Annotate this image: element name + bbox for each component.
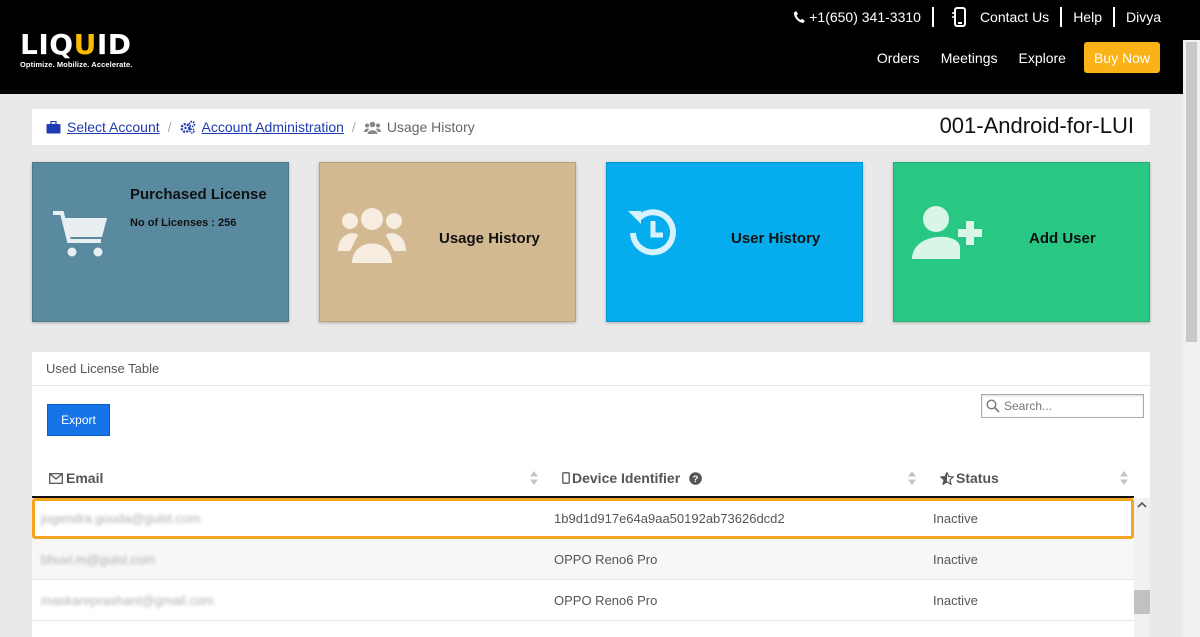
briefcase-icon <box>46 120 61 133</box>
user-plus-icon <box>912 206 982 259</box>
column-device-label: Device Identifier <box>572 470 681 486</box>
shopping-cart-icon <box>53 211 107 257</box>
email-cell: maskareprashant@gmail.com <box>41 593 214 608</box>
usage-history-title: Usage History <box>439 230 540 247</box>
svg-text:?: ? <box>693 474 699 485</box>
column-email[interactable]: Email <box>49 470 103 486</box>
table-row[interactable]: maskareprashant@gmail.com OPPO Reno6 Pro… <box>32 580 1134 621</box>
breadcrumb-usage-history: Usage History <box>363 119 475 135</box>
column-email-label: Email <box>66 470 104 486</box>
breadcrumb-separator: / <box>167 119 172 135</box>
page-scrollbar[interactable] <box>1183 40 1200 637</box>
export-button[interactable]: Export <box>47 404 110 436</box>
main-nav: Orders Meetings Explore Buy Now <box>856 42 1160 73</box>
nav-orders[interactable]: Orders <box>877 50 920 66</box>
envelope-icon <box>49 472 63 484</box>
nav-explore[interactable]: Explore <box>1019 50 1066 66</box>
table-body: jogendra.gouda@gulst.com 1b9d1d917e64a9a… <box>32 498 1134 621</box>
purchased-license-title: Purchased License <box>130 186 267 203</box>
page-scroll-thumb[interactable] <box>1186 42 1197 342</box>
purchased-license-tile[interactable]: Purchased License No of Licenses : 256 <box>32 162 289 322</box>
breadcrumb-account-administration[interactable]: Account Administration <box>180 119 344 135</box>
device-cell: 1b9d1d917e64a9aa50192ab73626dcd2 <box>554 511 785 526</box>
column-status-label: Status <box>956 470 999 486</box>
contact-us-label: Contact Us <box>979 9 1050 25</box>
phone-link[interactable]: +1(650) 341-3310 <box>782 7 932 27</box>
status-cell: Inactive <box>933 593 978 608</box>
account-administration-link[interactable]: Account Administration <box>202 119 344 135</box>
table-scroll-thumb[interactable] <box>1134 590 1150 614</box>
table-row[interactable]: bhuvi.m@gulst.com OPPO Reno6 Pro Inactiv… <box>32 539 1134 580</box>
mobile-icon <box>562 472 570 484</box>
sort-icon[interactable] <box>907 470 917 486</box>
breadcrumb-separator: / <box>351 119 356 135</box>
column-device-identifier[interactable]: Device Identifier ? <box>562 470 702 486</box>
buy-now-button[interactable]: Buy Now <box>1083 42 1160 73</box>
sort-icon[interactable] <box>529 470 539 486</box>
select-account-link[interactable]: Select Account <box>67 119 160 135</box>
add-user-title: Add User <box>1029 230 1096 247</box>
sort-icon[interactable] <box>1119 470 1129 486</box>
phone-icon <box>794 11 806 23</box>
user-history-title: User History <box>731 230 821 247</box>
help-label: Help <box>1073 9 1102 25</box>
top-header: LIQUID Optimize. Mobilize. Accelerate. +… <box>0 0 1200 94</box>
phone-number: +1(650) 341-3310 <box>809 9 921 25</box>
table-scrollbar[interactable] <box>1134 498 1150 637</box>
table-row[interactable]: jogendra.gouda@gulst.com 1b9d1d917e64a9a… <box>32 498 1134 539</box>
status-cell: Inactive <box>933 511 978 526</box>
column-status[interactable]: Status <box>940 470 999 486</box>
logo-wordmark: LIQUID <box>20 28 132 61</box>
table-header: Email Device Identifier ? Status <box>32 456 1134 498</box>
email-cell: jogendra.gouda@gulst.com <box>41 511 201 526</box>
panel-title: Used License Table <box>32 352 1150 386</box>
device-cell: OPPO Reno6 Pro <box>554 593 658 608</box>
search-input[interactable] <box>1004 399 1134 413</box>
usage-history-crumb: Usage History <box>386 119 475 135</box>
status-cell: Inactive <box>933 552 978 567</box>
user-name: Divya <box>1125 9 1161 25</box>
license-count: No of Licenses : 256 <box>130 217 237 229</box>
device-cell: OPPO Reno6 Pro <box>554 552 658 567</box>
user-menu[interactable]: Divya <box>1115 7 1161 27</box>
used-license-panel: Used License Table Export Email Device I… <box>32 352 1150 637</box>
breadcrumb: Select Account / Account Administration … <box>32 109 1150 145</box>
email-cell: bhuvi.m@gulst.com <box>41 552 156 567</box>
usage-history-tile[interactable]: Usage History <box>319 162 576 322</box>
star-half-icon <box>940 471 954 485</box>
breadcrumb-select-account[interactable]: Select Account <box>46 119 160 135</box>
search-box[interactable] <box>981 394 1144 418</box>
contact-us-link[interactable]: Contact Us <box>934 7 1060 27</box>
help-link[interactable]: Help <box>1062 7 1113 27</box>
utility-links: +1(650) 341-3310 Contact Us Help Divya <box>782 7 1161 27</box>
question-circle-icon[interactable]: ? <box>689 471 702 485</box>
logo-tagline: Optimize. Mobilize. Accelerate. <box>20 60 133 69</box>
account-name: 001-Android-for-LUI <box>939 113 1134 138</box>
search-icon <box>986 399 1000 413</box>
add-user-tile[interactable]: Add User <box>893 162 1150 322</box>
nav-meetings[interactable]: Meetings <box>941 50 998 66</box>
scroll-up-icon[interactable] <box>1134 498 1150 512</box>
mobile-phone-icon <box>951 7 966 27</box>
users-icon <box>338 208 406 263</box>
history-icon <box>628 209 676 256</box>
user-history-tile[interactable]: User History <box>606 162 863 322</box>
cogs-icon <box>180 120 195 134</box>
users-icon <box>363 121 381 134</box>
liquid-logo[interactable]: LIQUID Optimize. Mobilize. Accelerate. <box>20 28 133 70</box>
